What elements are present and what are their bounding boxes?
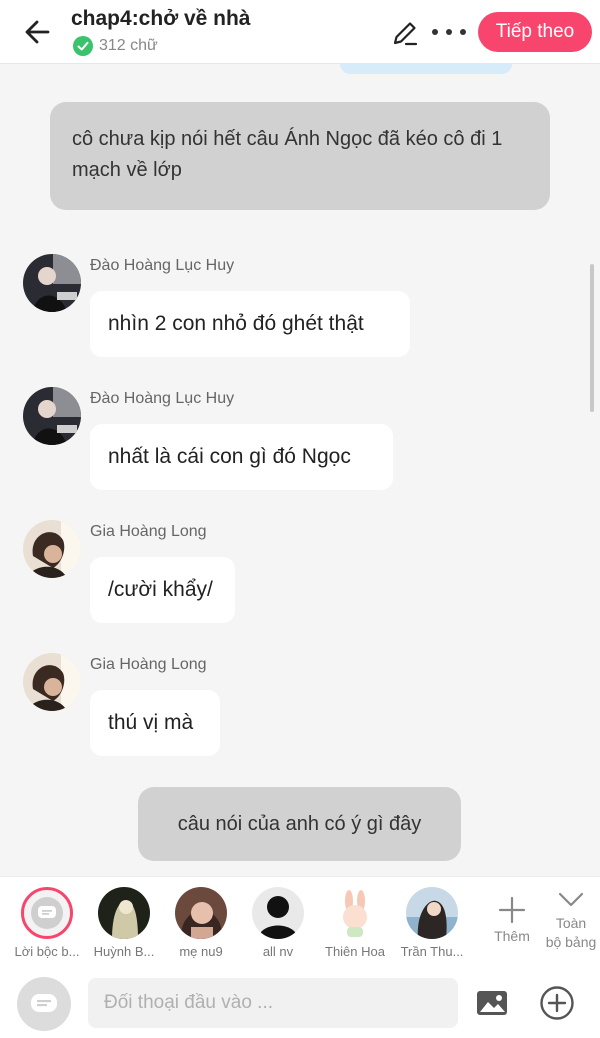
character-item[interactable]: Huỳnh B... bbox=[86, 887, 162, 959]
message-bubble[interactable]: thú vị mà bbox=[90, 690, 220, 756]
message-bubble[interactable]: /cười khẩy/ bbox=[90, 557, 235, 623]
avatar bbox=[329, 887, 381, 939]
sender-name: Đào Hoàng Lục Huy bbox=[90, 390, 235, 407]
avatar bbox=[406, 887, 458, 939]
character-item[interactable]: Thiên Hoa bbox=[317, 887, 393, 959]
add-character-button[interactable]: Thêm bbox=[484, 895, 540, 944]
character-label: all nv bbox=[262, 944, 294, 959]
all-characters-label-line2: bộ bảng bbox=[545, 934, 597, 950]
image-icon bbox=[477, 991, 507, 1015]
more-dots-icon bbox=[432, 29, 438, 35]
all-characters-label-line1: Toàn bbox=[555, 915, 587, 931]
character-narrator[interactable]: Lời bộc b... bbox=[9, 887, 85, 959]
sender-name: Gia Hoàng Long bbox=[90, 523, 207, 540]
chat-bubble-icon bbox=[31, 994, 57, 1012]
input-bar bbox=[0, 966, 600, 1038]
scrollbar[interactable] bbox=[590, 264, 594, 412]
add-character-label: Thêm bbox=[494, 928, 530, 944]
narration-toggle-button[interactable] bbox=[17, 977, 71, 1031]
avatar bbox=[252, 887, 304, 939]
character-item[interactable]: mẹ nu9 bbox=[163, 887, 239, 959]
character-bar: Lời bộc b... Huỳnh B... mẹ nu9 all nv Th… bbox=[0, 876, 600, 966]
edit-button[interactable] bbox=[390, 18, 420, 48]
avatar[interactable] bbox=[23, 254, 81, 312]
character-label: Thiên Hoa bbox=[325, 944, 385, 959]
chapter-title: chap4:chở về nhà bbox=[71, 7, 251, 30]
plus-icon bbox=[498, 896, 526, 924]
more-options-button[interactable] bbox=[432, 22, 466, 42]
chevron-down-icon bbox=[558, 892, 584, 907]
narration-bubble[interactable]: cô chưa kịp nói hết câu Ánh Ngọc đã kéo … bbox=[50, 102, 550, 210]
next-button[interactable]: Tiếp theo bbox=[478, 12, 592, 52]
sender-name: Đào Hoàng Lục Huy bbox=[90, 257, 235, 274]
message-bubble[interactable]: nhìn 2 con nhỏ đó ghét thật bbox=[90, 291, 410, 357]
avatar[interactable] bbox=[23, 520, 81, 578]
character-label: Huỳnh B... bbox=[93, 944, 155, 959]
avatar bbox=[175, 887, 227, 939]
character-label: mẹ nu9 bbox=[179, 944, 223, 959]
word-count-text: 312 chữ bbox=[99, 37, 158, 54]
arrow-left-icon bbox=[25, 20, 50, 44]
previous-message-bubble bbox=[340, 64, 512, 74]
character-item[interactable]: Trần Thu... bbox=[394, 887, 470, 959]
avatar bbox=[98, 887, 150, 939]
dialogue-input[interactable] bbox=[88, 978, 458, 1028]
avatar[interactable] bbox=[23, 387, 81, 445]
top-bar: chap4:chở về nhà 312 chữ Tiếp theo bbox=[0, 0, 600, 64]
character-item[interactable]: all nv bbox=[240, 887, 316, 959]
narration-bubble[interactable]: câu nói của anh có ý gì đây bbox=[138, 787, 461, 861]
check-icon bbox=[73, 36, 93, 56]
word-count: 312 chữ bbox=[73, 36, 158, 56]
character-label: Lời bộc b... bbox=[14, 944, 80, 959]
more-actions-button[interactable] bbox=[539, 985, 575, 1021]
message-bubble[interactable]: nhất là cái con gì đó Ngọc bbox=[90, 424, 393, 490]
narrator-icon bbox=[21, 887, 73, 939]
back-button[interactable] bbox=[20, 14, 56, 50]
pencil-icon bbox=[393, 22, 418, 46]
avatar[interactable] bbox=[23, 653, 81, 711]
chat-area[interactable]: cô chưa kịp nói hết câu Ánh Ngọc đã kéo … bbox=[0, 64, 600, 876]
character-label: Trần Thu... bbox=[400, 944, 464, 959]
all-characters-button[interactable]: Toàn bộ bảng bbox=[543, 887, 599, 952]
insert-image-button[interactable] bbox=[475, 988, 509, 1018]
sender-name: Gia Hoàng Long bbox=[90, 656, 207, 673]
plus-circle-icon bbox=[540, 986, 574, 1020]
